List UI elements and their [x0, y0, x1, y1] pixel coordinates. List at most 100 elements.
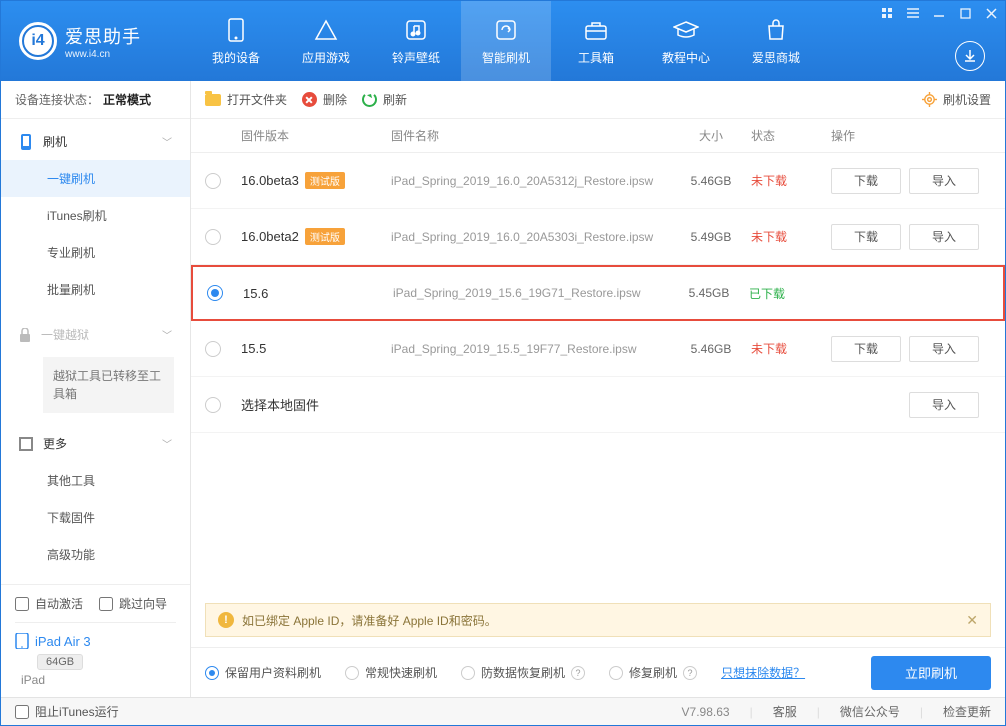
delete-icon	[302, 92, 317, 107]
app-name: 爱思助手	[65, 23, 141, 49]
app-url: www.i4.cn	[65, 49, 141, 60]
appleid-warning: ! 如已绑定 Apple ID，请准备好 Apple ID和密码。 ✕	[205, 603, 991, 637]
app-logo-icon: i4	[19, 22, 57, 60]
beta-badge: 测试版	[305, 172, 345, 189]
import-button[interactable]: 导入	[909, 224, 979, 250]
minimize-button[interactable]	[931, 5, 947, 21]
nav-apps[interactable]: 应用游戏	[281, 1, 371, 81]
block-itunes-checkbox[interactable]: 阻止iTunes运行	[15, 703, 119, 720]
skip-guide-checkbox[interactable]: 跳过向导	[99, 595, 167, 612]
footer-service[interactable]: 客服	[773, 703, 797, 720]
sidebar-group-jailbreak[interactable]: 一键越狱 ﹀	[1, 316, 190, 353]
erase-only-link[interactable]: 只想抹除数据？	[721, 664, 805, 681]
firmware-name: iPad_Spring_2019_15.5_19F77_Restore.ipsw	[391, 342, 671, 356]
lock-icon	[19, 328, 31, 342]
beta-badge: 测试版	[305, 228, 345, 245]
option-repair-flash[interactable]: 修复刷机?	[609, 664, 697, 681]
firmware-size: 5.45GB	[669, 286, 749, 300]
titlebar: i4 爱思助手 www.i4.cn 我的设备 应用游戏 铃声壁纸 智能刷机 工具…	[1, 1, 1005, 81]
device-type: iPad	[21, 673, 176, 687]
nav-my-device[interactable]: 我的设备	[191, 1, 281, 81]
sidebar-item-download-firmware[interactable]: 下载固件	[1, 499, 190, 536]
import-button[interactable]: 导入	[909, 168, 979, 194]
open-folder-button[interactable]: 打开文件夹	[205, 91, 287, 108]
menu-icon[interactable]	[879, 5, 895, 21]
option-keep-data[interactable]: 保留用户资料刷机	[205, 664, 321, 681]
radio-icon[interactable]	[207, 285, 223, 301]
sidebar-item-batch-flash[interactable]: 批量刷机	[1, 271, 190, 308]
nav-toolbox[interactable]: 工具箱	[551, 1, 641, 81]
device-name: iPad Air 3	[35, 634, 91, 649]
device-info[interactable]: iPad Air 3 64GB iPad	[15, 622, 176, 687]
firmware-size: 5.49GB	[671, 230, 751, 244]
graduation-icon	[673, 17, 699, 43]
logo-area: i4 爱思助手 www.i4.cn	[1, 22, 191, 60]
list-icon[interactable]	[905, 5, 921, 21]
nav-flash[interactable]: 智能刷机	[461, 1, 551, 81]
close-warning-button[interactable]: ✕	[966, 612, 978, 629]
radio-icon[interactable]	[205, 397, 221, 413]
firmware-name: iPad_Spring_2019_16.0_20A5312j_Restore.i…	[391, 174, 671, 188]
app-version: V7.98.63	[682, 705, 730, 719]
phone-icon	[19, 134, 33, 150]
refresh-button[interactable]: 刷新	[361, 91, 407, 108]
firmware-version: 15.6	[243, 286, 268, 301]
firmware-size: 5.46GB	[671, 342, 751, 356]
nav-store[interactable]: 爱思商城	[731, 1, 821, 81]
toolbar: 打开文件夹 删除 刷新 刷机设置	[191, 81, 1005, 119]
sidebar: 设备连接状态：正常模式 刷机 ﹀ 一键刷机 iTunes刷机 专业刷机 批量刷机…	[1, 81, 191, 697]
nav-tutorials[interactable]: 教程中心	[641, 1, 731, 81]
chevron-down-icon: ﹀	[162, 134, 172, 149]
download-button[interactable]: 下载	[831, 224, 901, 250]
footer-update[interactable]: 检查更新	[943, 703, 991, 720]
warning-icon: !	[218, 612, 234, 628]
firmware-status: 未下载	[751, 340, 831, 357]
import-button[interactable]: 导入	[909, 392, 979, 418]
auto-activate-checkbox[interactable]: 自动激活	[15, 595, 83, 612]
window-controls	[879, 5, 999, 21]
import-button[interactable]: 导入	[909, 336, 979, 362]
table-row[interactable]: 16.0beta3 测试版 iPad_Spring_2019_16.0_20A531…	[191, 153, 1005, 209]
radio-icon[interactable]	[205, 173, 221, 189]
option-fast-flash[interactable]: 常规快速刷机	[345, 664, 437, 681]
table-row[interactable]: 15.5 iPad_Spring_2019_15.5_19F77_Restore.…	[191, 321, 1005, 377]
option-anti-recovery[interactable]: 防数据恢复刷机?	[461, 664, 585, 681]
sidebar-group-flash[interactable]: 刷机 ﹀	[1, 123, 190, 160]
refresh-icon	[362, 92, 377, 107]
table-row[interactable]: 15.6 iPad_Spring_2019_15.6_19G71_Restore.…	[191, 265, 1005, 321]
music-icon	[403, 17, 429, 43]
radio-icon[interactable]	[205, 341, 221, 357]
download-manager-icon[interactable]	[955, 41, 985, 71]
help-icon[interactable]: ?	[571, 666, 585, 680]
help-icon[interactable]: ?	[683, 666, 697, 680]
flash-settings-button[interactable]: 刷机设置	[922, 91, 991, 108]
sidebar-item-other-tools[interactable]: 其他工具	[1, 462, 190, 499]
folder-icon	[205, 94, 221, 106]
firmware-version: 16.0beta2	[241, 229, 299, 244]
flash-now-button[interactable]: 立即刷机	[871, 656, 991, 690]
close-button[interactable]	[983, 5, 999, 21]
firmware-version: 15.5	[241, 341, 266, 356]
connection-status: 设备连接状态：正常模式	[1, 81, 190, 119]
radio-icon[interactable]	[205, 229, 221, 245]
jailbreak-note: 越狱工具已转移至工具箱	[43, 357, 174, 413]
download-button[interactable]: 下载	[831, 168, 901, 194]
sidebar-item-pro-flash[interactable]: 专业刷机	[1, 234, 190, 271]
sidebar-group-more[interactable]: 更多 ﹀	[1, 425, 190, 462]
flash-icon	[493, 17, 519, 43]
firmware-version: 16.0beta3	[241, 173, 299, 188]
local-firmware-row[interactable]: 选择本地固件 导入	[191, 377, 1005, 433]
nav-ringtones[interactable]: 铃声壁纸	[371, 1, 461, 81]
delete-button[interactable]: 删除	[301, 91, 347, 108]
firmware-status: 未下载	[751, 172, 831, 189]
sidebar-item-itunes-flash[interactable]: iTunes刷机	[1, 197, 190, 234]
table-row[interactable]: 16.0beta2测试版iPad_Spring_2019_16.0_20A530…	[191, 209, 1005, 265]
sidebar-item-advanced[interactable]: 高级功能	[1, 536, 190, 573]
download-button[interactable]: 下载	[831, 336, 901, 362]
firmware-name: iPad_Spring_2019_15.6_19G71_Restore.ipsw	[393, 286, 669, 300]
firmware-size: 5.46GB	[671, 174, 751, 188]
footer-wechat[interactable]: 微信公众号	[840, 703, 900, 720]
maximize-button[interactable]	[957, 5, 973, 21]
firmware-status: 已下载	[749, 285, 829, 302]
sidebar-item-oneclick-flash[interactable]: 一键刷机	[1, 160, 190, 197]
